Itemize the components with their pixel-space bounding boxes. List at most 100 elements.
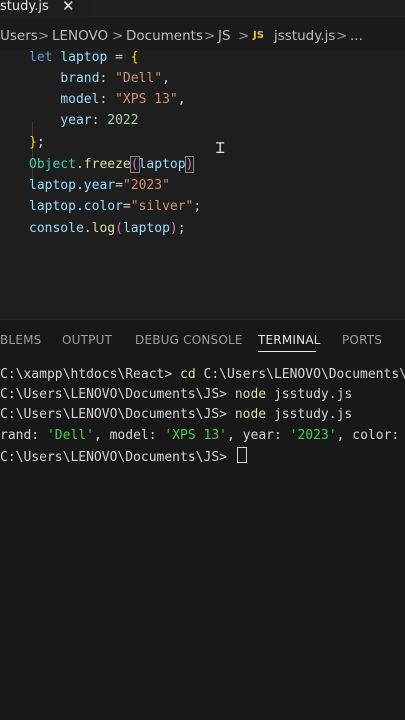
code-token: = — [122, 199, 131, 214]
code-token: . — [75, 178, 84, 193]
breadcrumb-item-trail[interactable]: ... — [350, 28, 363, 44]
code-token: laptop — [138, 157, 186, 172]
code-line[interactable]: console.log(laptop); — [29, 220, 186, 238]
code-token: model — [60, 92, 100, 107]
code-token: = — [115, 178, 123, 193]
terminal-command: node — [234, 387, 267, 402]
terminal-prompt: C:\Users\LENOVO\Documents\JS> — [0, 450, 235, 465]
chevron-right-icon: > — [112, 28, 124, 44]
code-token: "silver" — [130, 199, 194, 214]
code-token: ( — [115, 221, 123, 236]
breadcrumb-item-documents[interactable]: Documents — [126, 28, 203, 44]
chevron-right-icon: > — [336, 28, 348, 44]
breadcrumb-item-lenovo[interactable]: LENOVO — [52, 28, 108, 44]
code-token: laptop — [29, 178, 76, 193]
code-token: = — [107, 50, 131, 65]
code-line[interactable]: model: "XPS 13", — [29, 91, 186, 109]
code-token: ; — [193, 199, 202, 214]
code-token: laptop — [122, 221, 170, 236]
code-token: Object — [29, 157, 76, 172]
tab-ports[interactable]: PORTS — [342, 333, 382, 347]
output-token: '2023' — [289, 428, 337, 443]
code-token: ) — [169, 221, 178, 236]
code-token: 2022 — [107, 113, 139, 128]
breadcrumb-item-file[interactable]: jsstudy.js — [274, 28, 335, 44]
chevron-right-icon: > — [204, 28, 216, 44]
tab-debug-console[interactable]: DEBUG CONSOLE — [135, 333, 243, 347]
tab-output[interactable]: OUTPUT — [62, 333, 112, 347]
output-token: 'XPS 13' — [164, 428, 228, 443]
tab-problems[interactable]: BLEMS — [0, 333, 41, 347]
code-token: year — [83, 178, 116, 193]
code-token: ( — [129, 156, 140, 173]
code-token: : — [91, 113, 108, 128]
close-icon[interactable]: ✕ — [62, 0, 75, 15]
code-line[interactable]: Object.freeze(laptop) — [29, 156, 195, 174]
code-token: } — [29, 135, 37, 150]
terminal-args: jsstudy.js — [266, 407, 353, 422]
output-token: , model: — [93, 428, 165, 443]
editor-tab-bar: study.js ✕ — [0, 0, 405, 17]
terminal-line: C:\Users\LENOVO\Documents\JS> node jsstu… — [0, 386, 352, 404]
code-token: "Dell" — [115, 71, 163, 86]
terminal-line: C:\Users\LENOVO\Documents\JS> — [0, 447, 247, 467]
tab-label: study.js — [0, 0, 49, 14]
code-token: console — [29, 221, 84, 236]
code-token: year — [60, 113, 92, 128]
terminal-prompt: C:\Users\LENOVO\Documents\JS> — [0, 407, 235, 422]
code-token: log — [91, 221, 116, 236]
code-line[interactable]: brand: "Dell", — [29, 70, 170, 88]
code-token: "2023" — [122, 178, 170, 193]
code-line[interactable]: }; — [29, 134, 45, 152]
code-token: color — [83, 199, 123, 214]
code-token: . — [75, 199, 84, 214]
breadcrumb: Users > LENOVO > Documents > JS > JS jss… — [0, 28, 405, 46]
output-token: 'Dell' — [46, 428, 94, 443]
terminal-line: C:\Users\LENOVO\Documents\JS> node jsstu… — [0, 406, 352, 424]
terminal-args: C:\Users\LENOVO\Documents\JS — [195, 367, 405, 382]
breadcrumb-item-js[interactable]: JS — [218, 28, 231, 44]
code-line[interactable]: let laptop = { — [29, 49, 139, 67]
tab-jsstudy[interactable]: study.js ✕ — [0, 0, 92, 17]
code-token: ; — [36, 135, 45, 150]
terminal-args: jsstudy.js — [266, 387, 353, 402]
code-line[interactable]: laptop.year="2023" — [29, 177, 170, 195]
terminal-cursor[interactable] — [236, 447, 247, 463]
chevron-right-icon: > — [238, 28, 250, 44]
code-line[interactable]: year: 2022 — [29, 112, 139, 130]
breadcrumb-item-users[interactable]: Users — [0, 28, 38, 44]
text-cursor-icon: Ɪ — [216, 139, 225, 157]
code-line[interactable]: laptop.color="silver"; — [29, 198, 201, 216]
code-token: freeze — [83, 157, 131, 172]
terminal-command: node — [234, 407, 267, 422]
code-token: : — [99, 92, 116, 107]
code-token: . — [75, 157, 84, 172]
terminal-line: rand: 'Dell', model: 'XPS 13', year: '20… — [0, 427, 405, 445]
code-token: { — [130, 50, 139, 65]
code-token: let — [29, 50, 53, 65]
tab-terminal[interactable]: TERMINAL — [258, 333, 321, 347]
terminal-command: cd — [180, 367, 196, 382]
code-token: brand — [60, 71, 100, 86]
code-token: "XPS 13" — [115, 92, 178, 107]
output-token: , color: — [336, 428, 405, 443]
chevron-right-icon: > — [38, 28, 50, 44]
javascript-file-icon: JS — [253, 30, 264, 41]
terminal-prompt: C:\xampp\htdocs\React> — [0, 367, 181, 382]
code-token: laptop — [60, 50, 108, 65]
terminal-line: C:\xampp\htdocs\React> cd C:\Users\LENOV… — [0, 366, 405, 384]
output-token: rand: — [0, 428, 47, 443]
terminal-prompt: C:\Users\LENOVO\Documents\JS> — [0, 387, 235, 402]
code-token: laptop — [29, 199, 76, 214]
code-token: ; — [177, 221, 186, 236]
code-token: , — [162, 71, 170, 86]
code-token: : — [99, 71, 116, 86]
active-tab-indicator — [258, 351, 316, 352]
output-token: , year: — [227, 428, 290, 443]
code-token: . — [83, 221, 92, 236]
code-token: , — [177, 92, 186, 107]
code-token: ) — [184, 156, 195, 173]
